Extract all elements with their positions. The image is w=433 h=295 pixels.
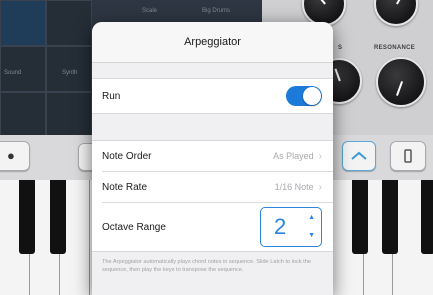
arpeggiator-description: The Arpeggiator automatically plays chor… (102, 259, 311, 273)
knob[interactable] (374, 0, 418, 26)
black-key[interactable] (421, 180, 433, 254)
resonance-knob[interactable] (376, 57, 426, 107)
octave-range-value: 2 (274, 214, 287, 239)
note-order-label: Note Order (102, 150, 152, 162)
note-rate-row[interactable]: Note Rate 1/16 Note › (92, 172, 333, 202)
knob-label: RESONANCE (374, 45, 416, 51)
triangle-down-icon[interactable]: ▼ (308, 232, 315, 239)
black-key[interactable] (19, 180, 35, 254)
black-key[interactable] (382, 180, 398, 254)
headphones-icon: ● (7, 148, 15, 163)
black-key[interactable] (352, 180, 368, 254)
pad-label: Synth (62, 70, 78, 76)
chevron-up-icon (351, 151, 367, 160)
note-rate-label: Note Rate (102, 181, 148, 193)
pad[interactable] (46, 46, 92, 92)
sound-pads: Sound Synth (0, 0, 92, 136)
chevron-right-icon: › (318, 150, 322, 162)
control-button[interactable]: ● (0, 141, 30, 171)
top-label: Big Drums (202, 8, 231, 14)
octave-range-row: Octave Range 2 ▲ ▼ (92, 203, 333, 251)
pad[interactable] (0, 92, 46, 136)
note-rate-value: 1/16 Note (274, 182, 314, 192)
slider-icon (404, 149, 412, 163)
knob-label: S (338, 45, 343, 51)
popover-title: Arpeggiator (92, 22, 333, 63)
run-label: Run (102, 90, 121, 102)
pad[interactable] (0, 46, 46, 92)
pad[interactable] (46, 0, 92, 46)
note-order-value: As Played (273, 151, 314, 161)
run-toggle[interactable] (286, 86, 322, 106)
black-key[interactable] (50, 180, 66, 254)
control-button[interactable] (390, 141, 426, 171)
octave-up-button[interactable] (342, 141, 376, 171)
run-row: Run (92, 79, 333, 113)
run-group: Run (92, 78, 333, 114)
chevron-right-icon: › (318, 181, 322, 193)
arpeggiator-popover: Arpeggiator Run Note Order As Played › N… (92, 22, 333, 295)
octave-range-label: Octave Range (102, 221, 166, 233)
pad[interactable] (0, 0, 46, 46)
octave-range-stepper[interactable]: 2 ▲ ▼ (260, 207, 322, 247)
pad-label: Sound (4, 70, 22, 76)
settings-group: Note Order As Played › Note Rate 1/16 No… (92, 140, 333, 252)
top-label: Scale (142, 8, 158, 14)
note-order-row[interactable]: Note Order As Played › (92, 141, 333, 171)
pad[interactable] (46, 92, 92, 136)
toggle-thumb (303, 87, 321, 105)
triangle-up-icon[interactable]: ▲ (308, 214, 315, 221)
